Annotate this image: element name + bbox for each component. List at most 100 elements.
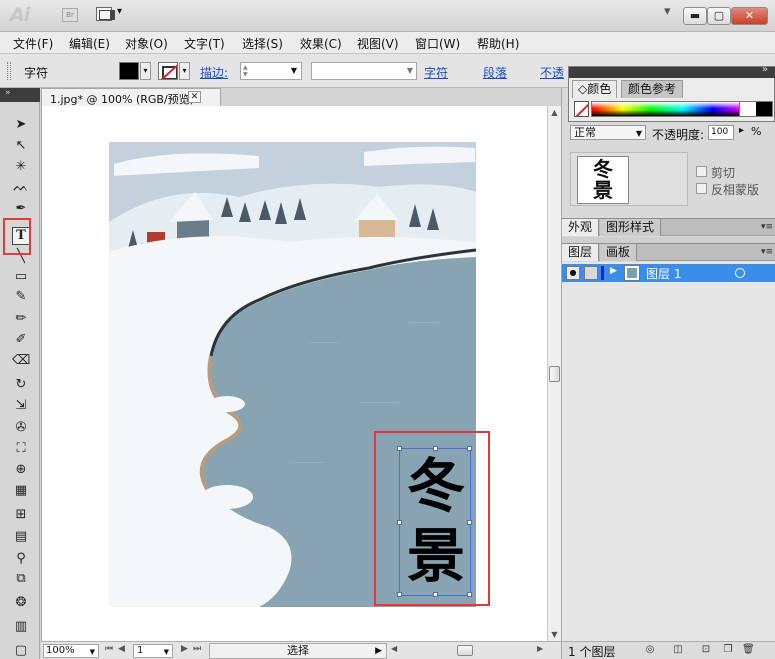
color-panel-header[interactable]: » (569, 64, 775, 78)
pen-tool-icon[interactable]: ✒ (12, 200, 30, 218)
target-circle-icon[interactable] (735, 268, 745, 278)
stepper-icon[interactable]: ▲ ▼ (243, 64, 248, 78)
clip-checkbox[interactable] (696, 166, 707, 177)
character-link[interactable]: 字符 (424, 64, 448, 81)
paragraph-link[interactable]: 段落 (483, 64, 507, 81)
blend-tool-icon[interactable]: ⧉ (12, 570, 30, 588)
workspace-caret-icon[interactable]: ▾ (664, 4, 671, 19)
shape-builder-tool-icon[interactable]: ⊕ (12, 461, 30, 479)
chevron-down-icon[interactable]: ▼ (636, 127, 642, 140)
chevron-right-icon[interactable]: ▶ (375, 644, 382, 658)
tab-layers[interactable]: 图层 (562, 244, 600, 261)
menu-object[interactable]: 对象(O) (125, 35, 168, 52)
menu-view[interactable]: 视图(V) (357, 35, 399, 52)
column-graph-tool-icon[interactable]: ▥ (12, 618, 30, 636)
stroke-link[interactable]: 描边: (200, 64, 228, 81)
eye-icon[interactable]: ● (566, 266, 580, 280)
maximize-button[interactable]: ▢ (707, 7, 731, 25)
paintbrush-tool-icon[interactable]: ✎ (12, 288, 30, 306)
collapse-icon[interactable]: » (762, 64, 768, 75)
scroll-down-icon[interactable]: ▼ (548, 630, 561, 639)
stroke-weight-input[interactable]: ▲ ▼ ▼ (240, 62, 302, 80)
vertical-scrollbar[interactable]: ▲ ▼ (547, 106, 561, 641)
tab-color-guide[interactable]: 颜色参考 (621, 80, 684, 98)
menu-select[interactable]: 选择(S) (242, 35, 283, 52)
pencil-tool-icon[interactable]: ✏ (12, 310, 30, 328)
opacity-link[interactable]: 不透 (540, 64, 564, 81)
gradient-tool-icon[interactable]: ▤ (12, 528, 30, 546)
panel-grip-icon[interactable] (7, 62, 11, 80)
tab-artboards[interactable]: 画板 (600, 244, 638, 261)
toolbox-header[interactable]: » (0, 88, 40, 102)
menu-effect[interactable]: 效果(C) (300, 35, 342, 52)
eyedropper-tool-icon[interactable]: ⚲ (12, 550, 30, 568)
new-layer-icon[interactable]: ❐ (722, 644, 734, 656)
panel-menu-icon[interactable]: ▾≡ (761, 244, 773, 260)
opacity-input[interactable]: 100 (708, 125, 734, 140)
warp-tool-icon[interactable]: ✇ (12, 419, 30, 437)
tab-appearance[interactable]: 外观 (562, 219, 600, 236)
arrange-documents-icon[interactable] (96, 7, 115, 21)
collapse-icon[interactable]: » (5, 88, 11, 98)
chevron-down-icon[interactable]: ▼ (407, 66, 413, 75)
layer-row[interactable]: ● ▶ 图层 1 (562, 264, 775, 282)
first-artboard-icon[interactable]: ⏮ (105, 644, 113, 654)
stroke-swatch[interactable] (158, 62, 178, 80)
last-artboard-icon[interactable]: ⏭ (193, 644, 201, 654)
next-artboard-icon[interactable]: ▶ (181, 644, 188, 654)
free-transform-tool-icon[interactable]: ⛶ (12, 440, 30, 458)
artboard-tool-icon[interactable]: ▢ (12, 642, 30, 659)
rectangle-tool-icon[interactable]: ▭ (12, 268, 30, 286)
chevron-down-icon[interactable]: ▼ (90, 646, 95, 658)
menu-type[interactable]: 文字(T) (184, 35, 225, 52)
scroll-left-icon[interactable]: ◀ (391, 644, 397, 653)
rotate-tool-icon[interactable]: ↻ (12, 376, 30, 394)
invert-mask-checkbox[interactable] (696, 183, 707, 194)
selection-indicator[interactable] (755, 265, 764, 281)
selection-tool-icon[interactable]: ➤ (12, 116, 30, 134)
zoom-select[interactable]: 100% ▼ (43, 644, 99, 658)
stroke-style-select[interactable]: ▼ (311, 62, 417, 80)
horizontal-scrollbar[interactable]: ◀ ▶ (391, 644, 561, 658)
scale-tool-icon[interactable]: ⇲ (12, 397, 30, 415)
black-white-swatch[interactable] (739, 101, 773, 117)
scroll-up-icon[interactable]: ▲ (548, 108, 561, 117)
lasso-tool-icon[interactable]: ᨓ (12, 179, 30, 197)
blend-mode-select[interactable]: 正常 ▼ (570, 125, 646, 140)
previous-artboard-icon[interactable]: ◀ (118, 644, 125, 654)
lock-toggle[interactable] (584, 266, 598, 280)
magic-wand-tool-icon[interactable]: ✳ (12, 158, 30, 176)
chevron-down-icon[interactable]: ▼ (291, 66, 297, 75)
menu-window[interactable]: 窗口(W) (415, 35, 460, 52)
perspective-grid-tool-icon[interactable]: ▦ (12, 482, 30, 500)
delete-layer-icon[interactable]: 🗑 (742, 644, 755, 656)
locate-object-icon[interactable]: ◎ (644, 644, 656, 656)
none-color-swatch[interactable] (574, 101, 589, 117)
menu-edit[interactable]: 编辑(E) (69, 35, 110, 52)
close-document-icon[interactable]: ✕ (188, 91, 201, 103)
menu-help[interactable]: 帮助(H) (477, 35, 519, 52)
eraser-tool-icon[interactable]: ⌫ (12, 352, 30, 370)
fill-swatch[interactable] (119, 62, 139, 80)
scrollbar-thumb[interactable] (457, 645, 473, 656)
chevron-right-icon[interactable]: ▸ (739, 125, 744, 136)
stroke-dropdown-icon[interactable]: ▾ (179, 62, 190, 80)
minimize-button[interactable]: ▬ (683, 7, 707, 25)
expand-triangle-icon[interactable]: ▶ (610, 266, 617, 276)
close-button[interactable]: ✕ (731, 7, 768, 25)
new-sublayer-icon[interactable]: ⊡ (700, 644, 712, 656)
chevron-down-icon[interactable]: ▾ (117, 6, 122, 17)
artboard-select[interactable]: 1 ▼ (133, 644, 173, 658)
fill-dropdown-icon[interactable]: ▾ (140, 62, 151, 80)
layer-name[interactable]: 图层 1 (646, 265, 681, 282)
mesh-tool-icon[interactable]: ⊞ (12, 506, 30, 524)
menu-file[interactable]: 文件(F) (13, 35, 53, 52)
blob-brush-tool-icon[interactable]: ✐ (12, 331, 30, 349)
tab-color[interactable]: ◇颜色 (572, 80, 618, 98)
direct-selection-tool-icon[interactable]: ↖ (12, 137, 30, 155)
scrollbar-thumb[interactable] (549, 366, 560, 382)
scroll-right-icon[interactable]: ▶ (537, 644, 543, 653)
panel-menu-icon[interactable]: ▾≡ (761, 219, 773, 235)
status-tool-select[interactable]: 选择 ▶ (209, 643, 387, 659)
chevron-down-icon[interactable]: ▼ (164, 646, 169, 658)
